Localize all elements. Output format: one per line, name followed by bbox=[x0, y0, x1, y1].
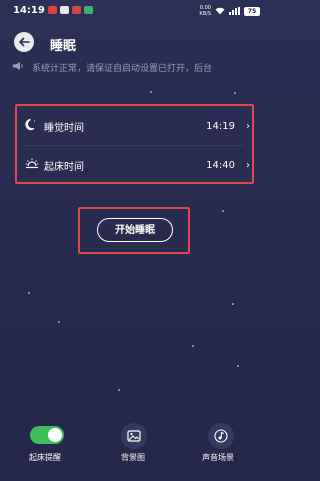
toggle-knob bbox=[48, 428, 62, 442]
status-right: 0.00 KB/S 75 bbox=[199, 5, 260, 17]
wake-time-label: 起床时间 bbox=[44, 161, 84, 173]
moon-icon bbox=[25, 118, 35, 131]
wake-alarm-label: 起床提醒 bbox=[29, 453, 61, 462]
wake-alarm-toggle[interactable] bbox=[30, 426, 64, 444]
background-label: 背景图 bbox=[121, 453, 145, 462]
app-notification-icon bbox=[48, 6, 57, 14]
notification-icons bbox=[48, 6, 93, 14]
sleep-time-value: 14:19 bbox=[206, 120, 235, 132]
app-notification-icon bbox=[84, 6, 93, 14]
chevron-right-icon: › bbox=[246, 120, 250, 132]
back-button[interactable] bbox=[14, 32, 34, 52]
start-sleep-button[interactable]: 开始睡眠 bbox=[97, 218, 173, 242]
megaphone-icon bbox=[13, 62, 23, 70]
status-bar: 14:19 0.00 KB/S 75 bbox=[0, 0, 270, 22]
wake-time-row[interactable]: 起床时间 14:40 › bbox=[17, 145, 253, 185]
status-time: 14:19 bbox=[13, 5, 45, 16]
net-speed: 0.00 KB/S bbox=[199, 5, 211, 17]
sound-scene-button[interactable] bbox=[208, 423, 234, 449]
app-notification-icon bbox=[60, 6, 69, 14]
chevron-right-icon: › bbox=[246, 159, 250, 171]
wifi-icon bbox=[215, 7, 225, 15]
wake-time-value: 14:40 bbox=[206, 159, 235, 171]
app-notification-icon bbox=[72, 6, 81, 14]
background-button[interactable] bbox=[121, 423, 147, 449]
signal-icon bbox=[229, 7, 240, 15]
battery-icon: 75 bbox=[244, 6, 260, 16]
arrow-left-icon bbox=[19, 37, 30, 47]
sleep-time-row[interactable]: 睡觉时间 14:19 › bbox=[17, 106, 253, 146]
image-icon bbox=[127, 430, 141, 442]
page-title: 睡眠 bbox=[50, 39, 77, 54]
sleep-time-label: 睡觉时间 bbox=[44, 122, 84, 134]
notice-text: 系统计正常，请保证自启动设置已打开，后台 bbox=[32, 64, 213, 74]
sunrise-icon bbox=[25, 158, 39, 169]
notice-banner: 系统计正常，请保证自启动设置已打开，后台 bbox=[12, 60, 270, 74]
music-note-icon bbox=[214, 429, 228, 443]
sound-scene-label: 声音场景 bbox=[202, 453, 234, 462]
